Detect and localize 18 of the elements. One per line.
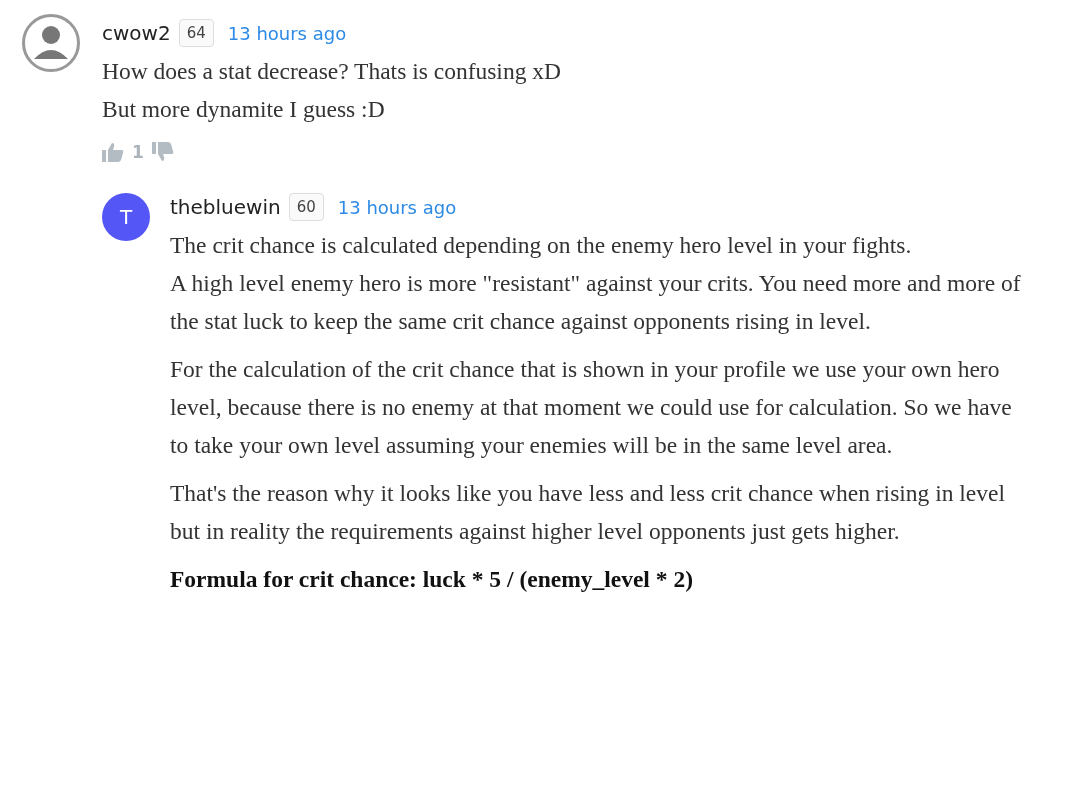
- comment-text: A high level enemy hero is more "resistant" against your crits. You need more and more of the stat luck to keep the same crit chance against opponents rising in level.: [170, 269, 1022, 336]
- reputation-count: 60: [288, 193, 324, 221]
- comment-text: That's the reason why it looks like you have less and less crit chance when rising in level but in reality the requirements against higher level opponents just gets higher.: [170, 479, 1006, 546]
- avatar[interactable]: [22, 14, 80, 72]
- comment-text: For the calculation of the crit chance that is shown in your profile we use your own hero level, because there is no enemy at that moment we could use for calculation. So we have to take your own level assuming your enemies will be in the same level area.: [170, 355, 1013, 460]
- timestamp-link[interactable]: 13 hours ago: [227, 22, 347, 44]
- thumbs-down-icon[interactable]: [151, 142, 174, 162]
- comment-text: But more dynamite I guess :D: [102, 95, 386, 124]
- avatar[interactable]: T: [102, 193, 150, 241]
- comment-text: The crit chance is calculated depending on the enemy hero level in your fights.: [170, 231, 913, 260]
- comment-text: Formula for crit chance: luck * 5 / (enemy_level * 2): [170, 565, 694, 594]
- reputation-count: 64: [178, 19, 214, 47]
- author-name[interactable]: thebluewin: [170, 195, 281, 219]
- comment-text: How does a stat decrease? Thats is confusing xD: [102, 57, 562, 86]
- thumbs-up-icon[interactable]: [102, 142, 124, 162]
- vote-count: 1: [132, 142, 144, 162]
- author-name[interactable]: cwow2: [102, 21, 171, 45]
- timestamp-link[interactable]: 13 hours ago: [337, 196, 457, 218]
